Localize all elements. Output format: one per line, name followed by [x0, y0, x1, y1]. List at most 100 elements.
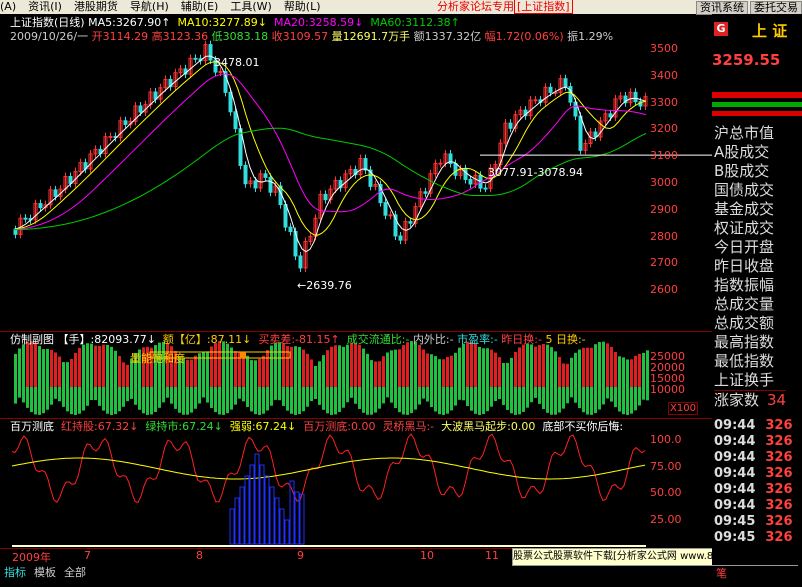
main-y-tick: 3000 [650, 176, 678, 189]
tick-row: 09:45 326 [714, 530, 802, 546]
menu-item-a[interactable]: (A) [0, 0, 24, 14]
volume-bar [534, 346, 537, 387]
volume-bar [102, 344, 105, 387]
volume-bar [318, 361, 321, 387]
menu-item-info[interactable]: 资讯(I) [24, 0, 70, 14]
volume-bar [594, 344, 597, 387]
volume-bar-neg [418, 387, 421, 405]
volume-bar-neg [126, 387, 129, 402]
menu-bar: (A) 资讯(I) 港股期货 导航(H) 辅助(E) 工具(W) 帮助(L) [0, 0, 802, 14]
bottom-tabs: 指标 模板 全部 [0, 565, 802, 587]
volume-bar-neg [466, 387, 469, 407]
main-y-tick: 3200 [650, 122, 678, 136]
volume-bar-neg [206, 387, 209, 403]
sub1-inout: 内外比:- [412, 333, 454, 346]
candle-body [228, 91, 233, 113]
volume-bar [570, 357, 573, 387]
volume-bar [22, 344, 25, 387]
volume-bar-neg [282, 387, 285, 406]
tick-row: 09:44 326 [714, 498, 802, 514]
volume-bar [66, 362, 69, 387]
main-chart-svg [13, 40, 712, 272]
candle-body [563, 78, 568, 88]
menu-item-help[interactable]: 帮助(L) [280, 0, 329, 14]
tab-template[interactable]: 模板 [30, 566, 60, 580]
candle-body [268, 176, 273, 193]
candle-body [23, 217, 28, 220]
volume-bar [394, 349, 397, 387]
volume-bar [282, 343, 285, 387]
ma10-label: MA10:3277.89↓ [177, 16, 267, 29]
volume-bar [78, 347, 81, 387]
volume-bar [330, 346, 333, 387]
volume-bar-neg [122, 387, 125, 407]
main-kline-chart[interactable]: 上证指数(日线) MA5:3267.90↑ MA10:3277.89↓ MA20… [0, 14, 713, 330]
tick-list: 09:44 326 09:44 326 09:44 326 09:44 326 09:44 326… [714, 418, 802, 546]
volume-bar-neg [38, 387, 41, 415]
volume-bar-neg [174, 387, 177, 409]
info-system-button[interactable]: 资讯系统 [696, 1, 748, 15]
tab-indicator[interactable]: 指标 [0, 566, 30, 580]
candle-body [283, 204, 288, 228]
volume-bar-neg [598, 387, 601, 410]
sub2-header: 百万测底 红持股:67.32↓ 绿持市:67.24↓ 强弱:67.24↓ 百万测… [10, 420, 623, 433]
volume-bar [314, 365, 317, 387]
volume-bar-neg [258, 387, 261, 415]
candle-body [398, 235, 403, 241]
menu-item-assist[interactable]: 辅助(E) [177, 0, 227, 14]
stat-total-amount: 总成交额 [714, 314, 775, 332]
candle-body [323, 193, 328, 201]
volume-bar-neg [342, 387, 345, 408]
menu-item-nav[interactable]: 导航(H) [126, 0, 177, 14]
trade-button[interactable]: 委托交易 [750, 1, 802, 15]
volume-bar-neg [146, 387, 149, 415]
volume-bar-neg [110, 387, 113, 415]
volume-bar [422, 349, 425, 387]
volume-bar-neg [590, 387, 593, 415]
volume-bar-neg [198, 387, 201, 404]
volume-bar [638, 353, 641, 387]
volume-bar-neg [454, 387, 457, 406]
candle-body [383, 202, 388, 216]
volume-bar [482, 348, 485, 387]
sub2-strength: 强弱:67.24↓ [229, 420, 297, 433]
sub-chart-indicator[interactable]: 百万测底 红持股:67.32↓ 绿持市:67.24↓ 强弱:67.24↓ 百万测… [0, 418, 712, 549]
volume-bar-neg [478, 387, 481, 415]
volume-bar-neg [222, 387, 225, 415]
stat-amplitude: 指数振幅 [714, 276, 775, 294]
sub2-svg [11, 433, 646, 547]
tab-all[interactable]: 全部 [60, 566, 90, 580]
volume-bar [474, 343, 477, 387]
volume-bar [390, 350, 393, 387]
sub-chart-volume[interactable]: 仿制副图 【手】:82093.77↓ 额【亿】:87.11↓ 买卖差:-81.1… [0, 331, 712, 419]
stat-lowest: 最低指数 [714, 352, 775, 370]
menu-item-tools[interactable]: 工具(W) [226, 0, 279, 14]
volume-bar [298, 347, 301, 387]
volume-bar-neg [154, 387, 157, 413]
volume-bar-neg [570, 387, 573, 398]
volume-bar-neg [326, 387, 329, 414]
ma60-label: MA60:3112.38↑ [370, 16, 460, 29]
volume-bar [74, 352, 77, 387]
volume-bar [454, 352, 457, 387]
volume-bar [354, 342, 357, 387]
tick-time: 09:44 [714, 498, 756, 513]
volume-bar-neg [302, 387, 305, 412]
volume-bar-neg [58, 387, 61, 402]
volume-bar [598, 342, 601, 387]
menu-item-hk-futures[interactable]: 港股期货 [70, 0, 126, 14]
volume-bar-neg [490, 387, 493, 407]
volume-bar-neg [54, 387, 57, 399]
promo-symbol[interactable]: [上证指数] [514, 0, 573, 14]
sub1-header: 仿制副图 【手】:82093.77↓ 额【亿】:87.11↓ 买卖差:-81.1… [10, 333, 586, 346]
sub2-y-tick: 75.00 [650, 459, 682, 473]
x-label-8: 8 [196, 549, 203, 562]
volume-bar [434, 356, 437, 387]
tick-price: 326 [765, 482, 793, 497]
volume-bar [526, 343, 529, 387]
tick-price: 326 [765, 514, 793, 529]
volume-bar [486, 348, 489, 387]
candle-body [218, 70, 223, 73]
volume-bar-neg [438, 387, 441, 415]
volume-bar [206, 351, 209, 387]
